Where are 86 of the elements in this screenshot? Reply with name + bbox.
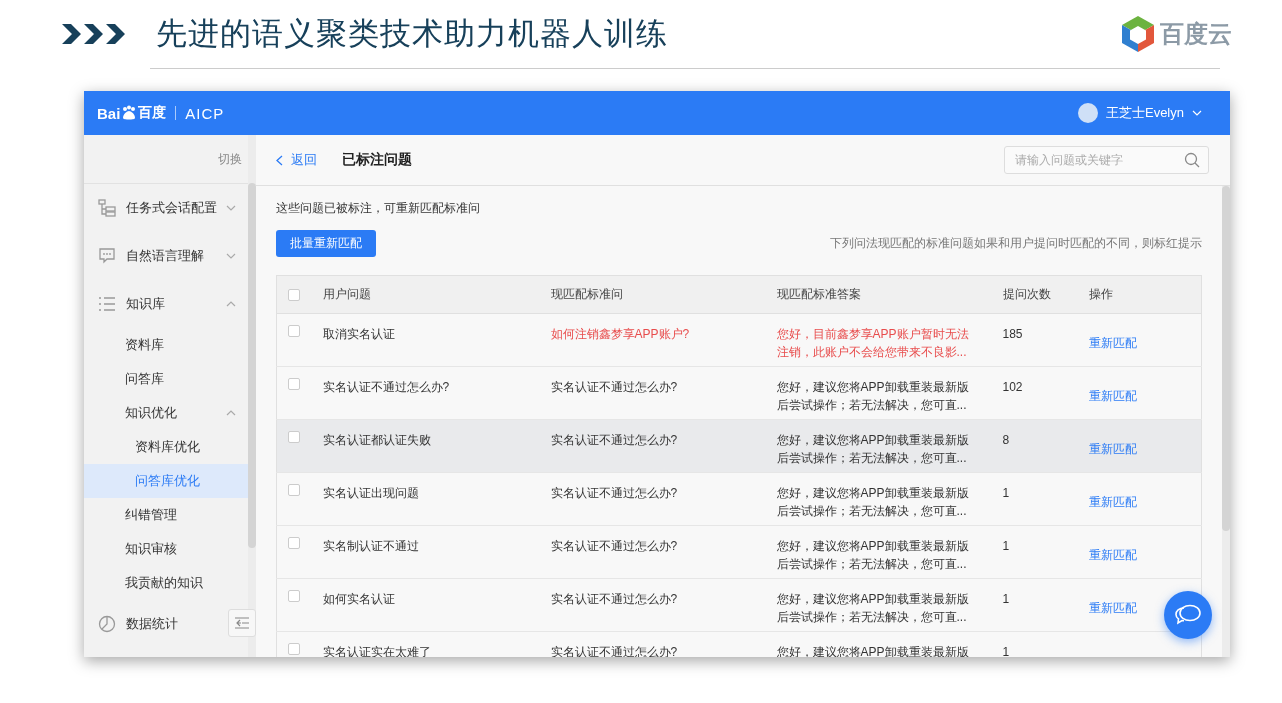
scrollbar[interactable] <box>1222 186 1230 657</box>
table-cell: 实名认证都认证失败 <box>322 433 431 447</box>
checkbox[interactable] <box>288 484 300 496</box>
column-header: 现匹配标准问 <box>550 287 623 301</box>
cube-logo-icon <box>1120 15 1156 53</box>
column-header: 用户问题 <box>322 287 371 301</box>
rematch-link[interactable]: 重新匹配 <box>1088 387 1137 405</box>
table-cell-text: 您好，建议您将APP卸载重装最新版后尝试操作；若无法解决，您可直... <box>776 379 970 414</box>
sidebar-item[interactable]: 资料库优化 <box>84 430 248 464</box>
table-cell: 实名制认证不通过 <box>322 539 419 553</box>
rematch-link[interactable]: 重新匹配 <box>1088 493 1137 511</box>
slide-title: 先进的语义聚类技术助力机器人训练 <box>156 15 669 53</box>
table-cell: 如何注销鑫梦享APP账户? <box>550 327 690 341</box>
chevron-icon[interactable] <box>276 154 283 166</box>
back-link[interactable]: 返回 <box>276 151 317 169</box>
avatar-icon[interactable] <box>1077 103 1098 123</box>
brand-logo-text: 百度 <box>138 104 167 122</box>
sidebar-item[interactable]: 知识库 <box>84 280 248 328</box>
column-header: 操作 <box>1088 287 1113 301</box>
collapse-button[interactable] <box>228 609 256 637</box>
page-title: 已标注问题 <box>342 151 413 169</box>
checkbox[interactable] <box>288 431 300 443</box>
checkbox[interactable] <box>288 325 300 337</box>
table-cell: 实名认证不通过怎么办? <box>550 645 678 657</box>
table-cell: 实名认证不通过怎么办? <box>550 380 678 394</box>
search-input[interactable]: 请输入问题或关键字 <box>1013 152 1184 168</box>
sidebar-item[interactable]: 我贡献的知识 <box>84 566 248 600</box>
collapse-icon[interactable] <box>235 617 249 629</box>
table-cell: 实名认证不通过怎么办? <box>550 486 678 500</box>
hint-text: 下列问法现匹配的标准问题如果和用户提问时匹配的不同，则标红提示 <box>830 235 1202 252</box>
search-field[interactable]: 请输入问题或关键字 <box>1004 146 1209 174</box>
table-cell-text: 您好，目前鑫梦享APP账户暂时无法注销，此账户不会给您带来不良影... <box>776 326 970 361</box>
rematch-link[interactable]: 重新匹配 <box>1088 440 1137 458</box>
column-header: 提问次数 <box>1002 287 1051 301</box>
sidebar-item[interactable]: 知识优化 <box>84 396 248 430</box>
brand-logo-text: Bai <box>97 104 121 122</box>
sidebar-item[interactable]: 自然语言理解 <box>84 232 248 280</box>
paw-icon <box>121 105 138 121</box>
sidebar-item[interactable]: 知识审核 <box>84 532 248 566</box>
table-cell-text: 您好，建议您将APP卸载重装最新版 <box>776 644 970 657</box>
table-cell: 1 <box>1002 539 1010 553</box>
table-cell: 实名认证不通过怎么办? <box>550 592 678 606</box>
table-cell: 实名认证实在太难了 <box>322 645 431 657</box>
rematch-link[interactable]: 重新匹配 <box>1088 334 1137 352</box>
description-text: 这些问题已被标注，可重新匹配标准问 <box>276 200 481 217</box>
checkbox[interactable] <box>288 590 300 602</box>
sidebar-item[interactable]: 纠错管理 <box>84 498 248 532</box>
table-cell-text: 您好，建议您将APP卸载重装最新版后尝试操作；若无法解决，您可直... <box>776 432 970 467</box>
table-cell-text: 您好，建议您将APP卸载重装最新版后尝试操作；若无法解决，您可直... <box>776 485 970 520</box>
search-icon[interactable] <box>1184 152 1200 168</box>
rematch-link[interactable]: 重新匹配 <box>1088 599 1137 617</box>
message-icon <box>98 247 116 265</box>
batch-rematch-button[interactable]: 批量重新匹配 <box>276 230 376 257</box>
table-cell: 102 <box>1002 380 1023 394</box>
table-cell: 如何实名认证 <box>322 592 395 606</box>
table-cell: 实名认证不通过怎么办? <box>550 433 678 447</box>
column-header: 现匹配标准答案 <box>776 287 861 301</box>
table-cell: 实名认证不通过怎么办? <box>322 380 450 394</box>
table-cell: 8 <box>1002 433 1010 447</box>
checkbox[interactable] <box>288 378 300 390</box>
table-cell: 取消实名认证 <box>322 327 395 341</box>
sidebar-item[interactable]: 资料库 <box>84 328 248 362</box>
table-cell: 1 <box>1002 486 1010 500</box>
table-cell: 1 <box>1002 592 1010 606</box>
hierarchy-icon <box>98 199 116 217</box>
checkbox[interactable] <box>288 643 300 655</box>
table-cell: 实名认证出现问题 <box>322 486 419 500</box>
chat-bubbles-icon[interactable] <box>1175 604 1201 626</box>
table-cell-text: 您好，建议您将APP卸载重装最新版后尝试操作；若无法解决，您可直... <box>776 538 970 573</box>
list-icon <box>98 295 116 313</box>
checkbox[interactable] <box>288 537 300 549</box>
logo-text: 百度云 <box>1160 19 1232 49</box>
sidebar-item[interactable]: 任务式会话配置 <box>84 184 248 232</box>
sidebar-item[interactable]: 数据统计 <box>84 600 218 648</box>
rematch-link[interactable]: 重新匹配 <box>1088 546 1137 564</box>
checkbox[interactable] <box>288 288 300 301</box>
table-cell-text: 您好，建议您将APP卸载重装最新版后尝试操作；若无法解决，您可直... <box>776 591 970 626</box>
table-cell: 185 <box>1002 327 1023 341</box>
user-name[interactable]: 王芝士Evelyn <box>1105 104 1184 122</box>
scrollbar[interactable] <box>248 135 256 657</box>
chat-button[interactable] <box>1164 591 1212 639</box>
product-name: AICP <box>185 104 225 122</box>
table-cell: 1 <box>1002 645 1010 657</box>
table-cell: 实名认证不通过怎么办? <box>550 539 678 553</box>
sidebar-item[interactable]: 问答库 <box>84 362 248 396</box>
pie-chart-icon <box>98 615 116 633</box>
